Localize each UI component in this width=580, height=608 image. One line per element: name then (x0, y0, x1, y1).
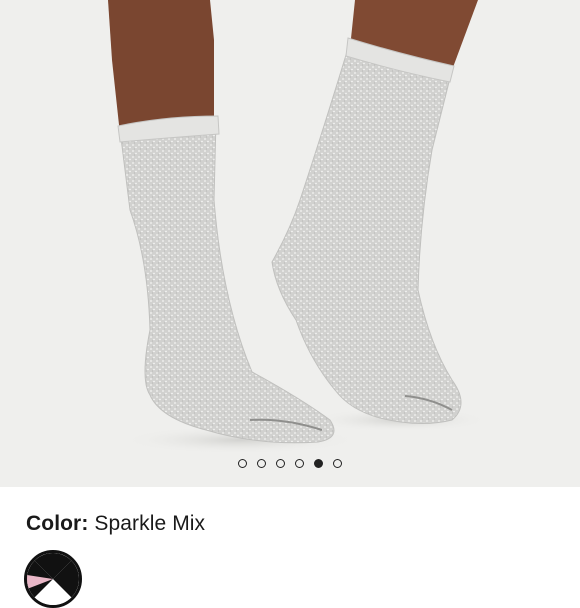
color-swatch-sparkle-mix[interactable] (24, 550, 82, 608)
color-label: Color: (26, 512, 89, 535)
carousel-dot-2[interactable] (257, 458, 266, 468)
carousel-pagination (0, 456, 580, 470)
carousel-dot-6[interactable] (333, 458, 342, 468)
product-image-gallery[interactable] (0, 0, 580, 487)
sparkle-mix-swatch-icon (27, 553, 79, 605)
color-selection-label: Color: Sparkle Mix (26, 512, 205, 536)
carousel-dot-5-active[interactable] (314, 458, 323, 468)
product-photo (108, 0, 490, 454)
carousel-dot-4[interactable] (295, 458, 304, 468)
carousel-dot-3[interactable] (276, 458, 285, 468)
carousel-dot-1[interactable] (238, 458, 247, 468)
color-value: Sparkle Mix (94, 512, 206, 535)
